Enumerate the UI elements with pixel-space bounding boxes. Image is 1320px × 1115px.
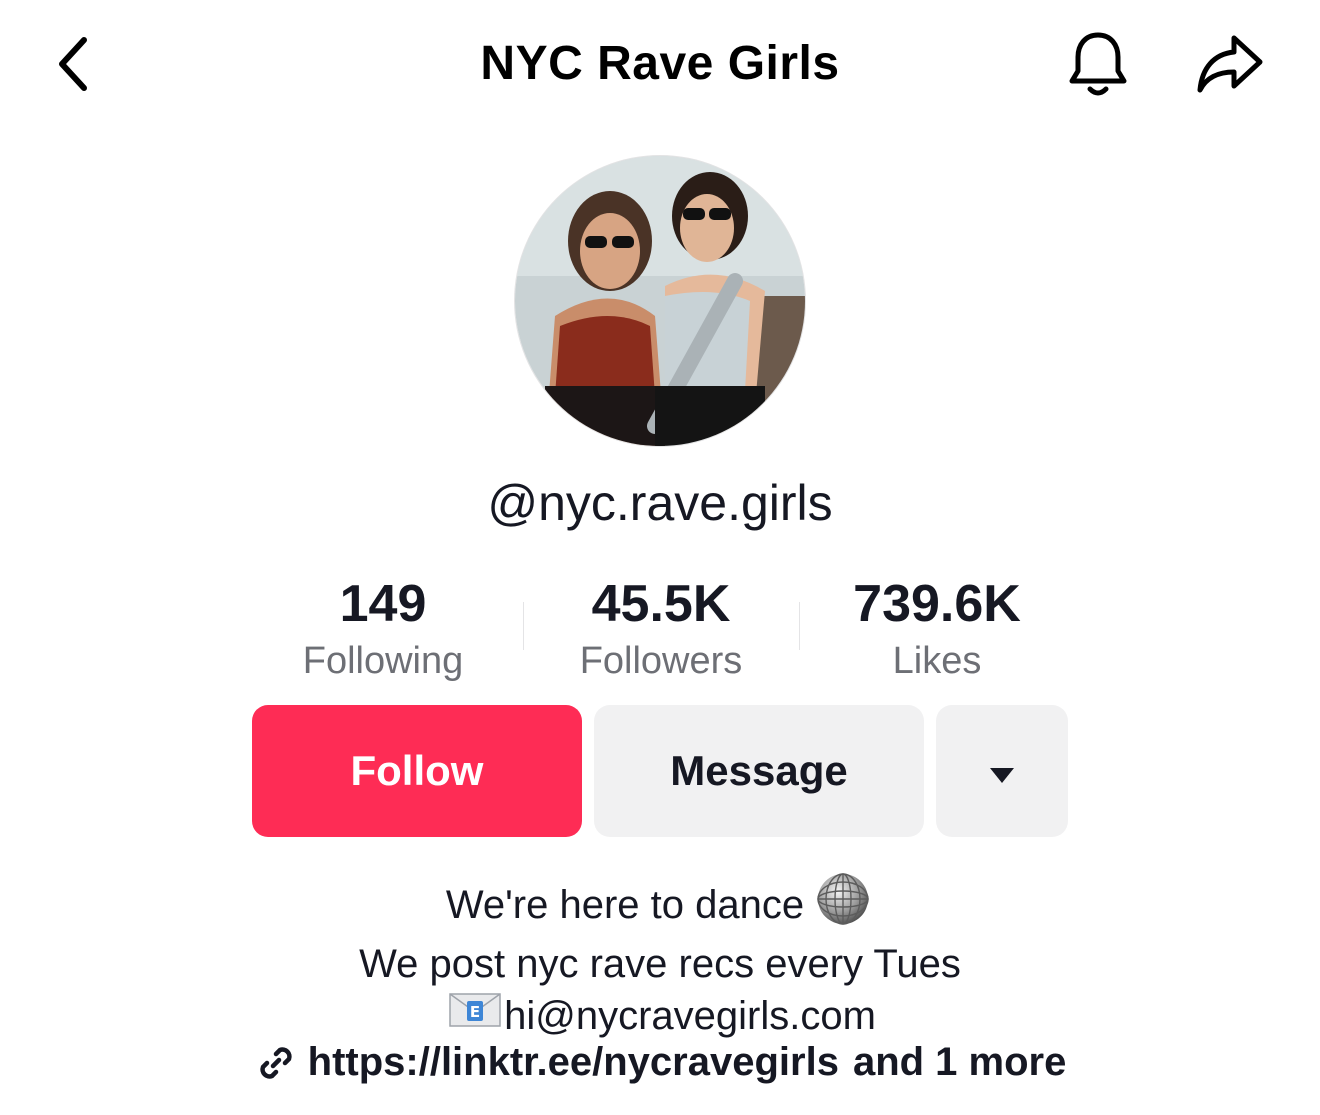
- bell-icon: [1066, 29, 1130, 104]
- svg-text:E: E: [470, 1003, 480, 1021]
- share-arrow-icon: [1194, 32, 1266, 101]
- share-button[interactable]: [1190, 30, 1270, 102]
- profile-page: NYC Rave Girls @nyc.rave.girls 149 Follo…: [0, 0, 1320, 1115]
- stat-followers[interactable]: 45.5K Followers: [526, 572, 796, 686]
- more-links-button[interactable]: and 1 more: [853, 1040, 1066, 1085]
- caret-down-icon: [987, 747, 1017, 795]
- divider: [799, 602, 800, 650]
- bio-line: E hi@nycravegirls.com: [0, 990, 1320, 1043]
- message-button[interactable]: Message: [594, 705, 924, 837]
- envelope-icon: E: [448, 990, 502, 1043]
- bio: We're here to dance We post nyc rave rec…: [0, 872, 1320, 1043]
- stat-label: Following: [302, 640, 464, 682]
- stat-label: Followers: [579, 640, 743, 682]
- avatar[interactable]: [515, 156, 805, 446]
- profile-stats: 149 Following 45.5K Followers 739.6K Lik…: [248, 572, 1074, 692]
- username: @nyc.rave.girls: [487, 475, 833, 531]
- bio-line: We post nyc rave recs every Tues: [0, 939, 1320, 990]
- bio-link[interactable]: https://linktr.ee/nycravegirls: [308, 1040, 839, 1085]
- stat-label: Likes: [892, 640, 982, 682]
- bio-email: hi@nycravegirls.com: [504, 994, 876, 1038]
- follow-button[interactable]: Follow: [252, 705, 582, 837]
- mirror-ball-icon: [816, 872, 870, 939]
- more-options-button[interactable]: [936, 705, 1068, 837]
- link-icon: [254, 1041, 298, 1085]
- divider: [523, 602, 524, 650]
- stat-value: 149: [339, 575, 427, 633]
- notifications-button[interactable]: [1062, 28, 1134, 104]
- bio-text: We're here to dance: [445, 883, 805, 927]
- stat-following[interactable]: 149 Following: [248, 572, 518, 686]
- bio-line: We're here to dance: [0, 872, 1320, 939]
- stat-value: 45.5K: [591, 575, 731, 633]
- stat-likes[interactable]: 739.6K Likes: [802, 572, 1072, 686]
- bio-text: We post nyc rave recs every Tues: [359, 942, 961, 986]
- stat-value: 739.6K: [853, 575, 1021, 633]
- profile-photo: [515, 156, 805, 446]
- top-bar: NYC Rave Girls: [0, 0, 1320, 130]
- bio-link-row: https://linktr.ee/nycravegirls and 1 mor…: [0, 1040, 1320, 1085]
